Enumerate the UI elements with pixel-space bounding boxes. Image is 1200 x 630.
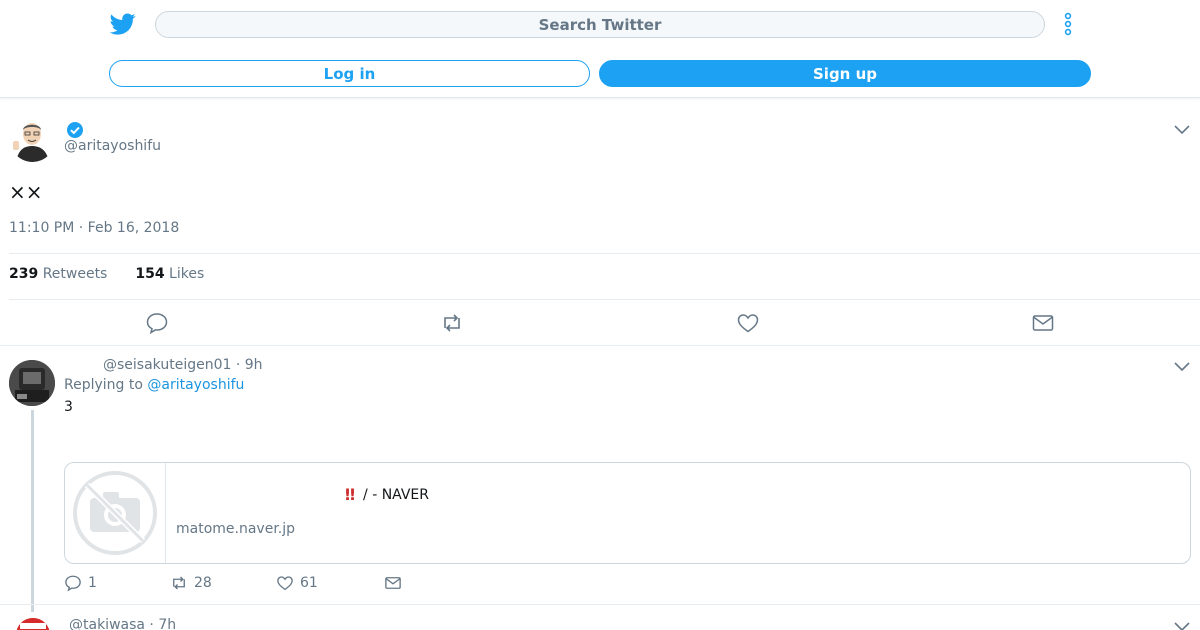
search-input[interactable]: Search Twitter	[155, 11, 1045, 38]
link-card[interactable]: ‼ / - NAVER matome.naver.jp	[64, 462, 1191, 564]
thread-line	[31, 410, 34, 612]
retweets-stat[interactable]: 239 Retweets	[9, 266, 107, 282]
card-thumbnail	[65, 463, 166, 563]
reply-actions: 1 28 61	[64, 573, 408, 593]
tweet-stats: 239 Retweets 154 Likes	[9, 266, 232, 282]
replying-prefix: Replying to	[64, 377, 143, 393]
no-image-icon	[73, 471, 157, 555]
reply-icon[interactable]	[145, 311, 169, 335]
likes-label: Likes	[169, 266, 205, 282]
reply-like-action[interactable]: 61	[276, 574, 384, 592]
tweet-timestamp[interactable]: 11:10 PM · Feb 16, 2018	[9, 220, 179, 236]
twitter-logo-icon[interactable]	[110, 11, 136, 37]
reply-retweet-action[interactable]: 28	[170, 574, 276, 592]
avatar-illustration	[9, 360, 55, 406]
divider	[0, 345, 1200, 346]
like-icon	[277, 576, 293, 591]
divider	[0, 604, 1200, 605]
replying-to: Replying to @aritayoshifu	[64, 377, 244, 393]
card-title-text: / - NAVER	[363, 486, 430, 503]
top-bar: Search Twitter Log in Sign up	[0, 0, 1200, 98]
signup-button[interactable]: Sign up	[599, 60, 1091, 87]
direct-message-icon[interactable]	[1031, 311, 1055, 335]
reply-author-handle[interactable]: @seisakuteigen01 · 9h	[103, 357, 263, 373]
replying-to-link[interactable]: @aritayoshifu	[147, 377, 244, 393]
card-title: ‼ / - NAVER	[345, 485, 429, 504]
reply-reply-action[interactable]: 1	[64, 574, 170, 592]
divider	[9, 253, 1200, 254]
reply-icon	[65, 575, 81, 592]
avatar-illustration	[10, 117, 55, 162]
avatar[interactable]	[9, 360, 55, 406]
login-button[interactable]: Log in	[109, 60, 590, 87]
reply-dm-action[interactable]	[384, 574, 408, 592]
avatar-illustration	[16, 618, 50, 630]
reply-count: 1	[88, 575, 97, 591]
retweets-label: Retweets	[42, 266, 108, 282]
chevron-down-icon[interactable]	[1174, 622, 1190, 630]
reply-text: 3	[64, 399, 73, 415]
double-exclamation-mark: ‼	[345, 485, 356, 504]
avatar[interactable]	[16, 618, 50, 630]
more-options-icon[interactable]	[1058, 10, 1078, 38]
next-reply-author-handle[interactable]: @takiwasa · 7h	[69, 617, 176, 630]
tweet-author-handle[interactable]: @aritayoshifu	[64, 138, 161, 154]
avatar[interactable]	[10, 117, 55, 162]
direct-message-icon	[385, 577, 401, 589]
retweet-count: 28	[194, 575, 212, 591]
retweets-count: 239	[9, 266, 39, 282]
likes-count: 154	[135, 266, 165, 282]
retweet-icon	[173, 576, 185, 590]
retweet-icon[interactable]	[440, 311, 464, 335]
like-icon[interactable]	[736, 311, 760, 335]
tweet-text: ××	[9, 180, 43, 204]
card-domain: matome.naver.jp	[176, 521, 296, 537]
chevron-down-icon[interactable]	[1174, 362, 1190, 372]
like-count: 61	[300, 575, 318, 591]
divider	[9, 299, 1200, 300]
likes-stat[interactable]: 154 Likes	[135, 266, 204, 282]
chevron-down-icon[interactable]	[1174, 125, 1190, 135]
verified-badge-icon	[67, 122, 83, 138]
